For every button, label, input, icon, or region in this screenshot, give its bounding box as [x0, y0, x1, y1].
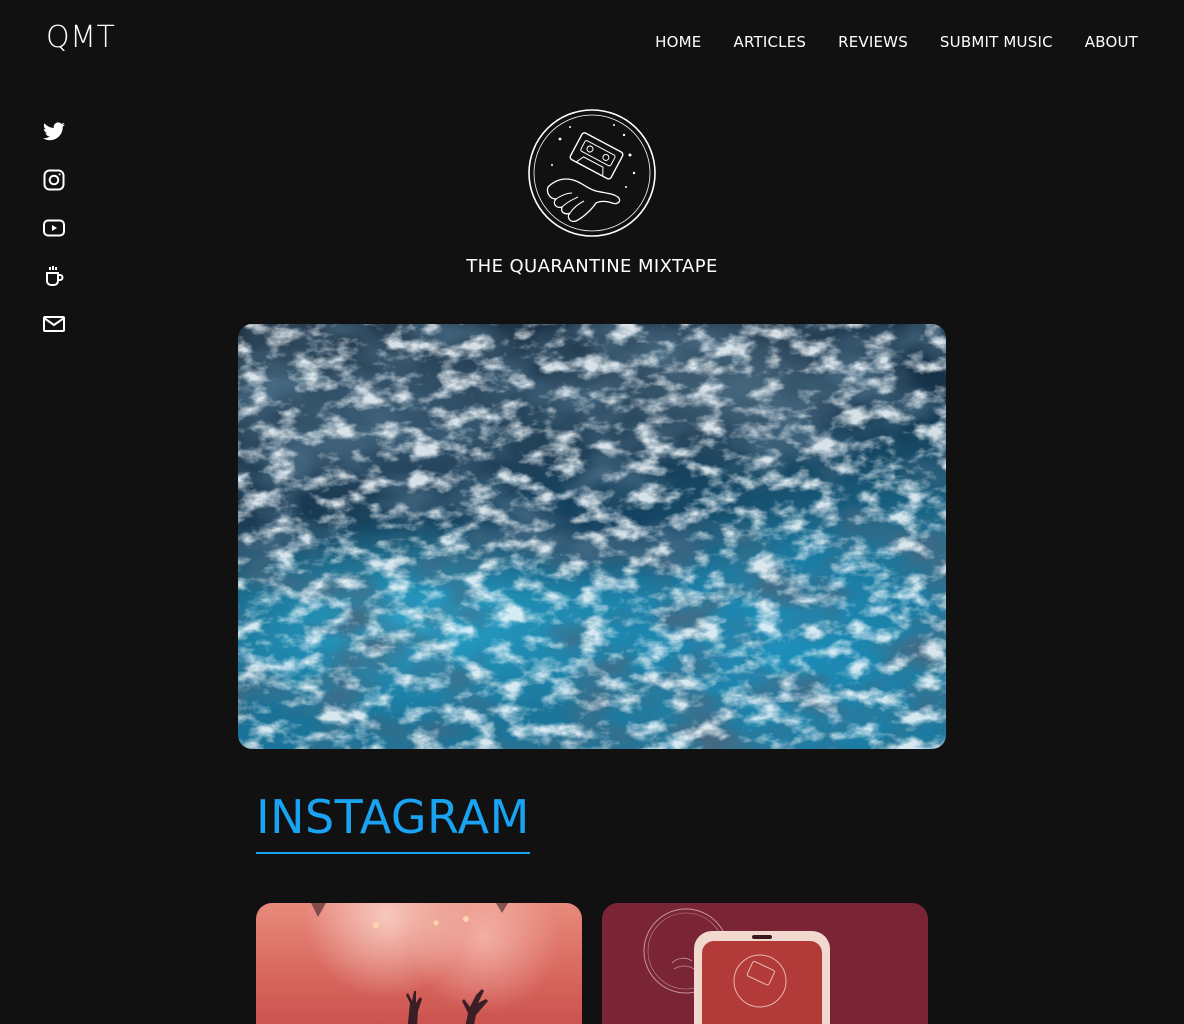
social-links	[40, 120, 68, 336]
page: QMT HOME ARTICLES REVIEWS SUBMIT MUSIC A…	[0, 0, 1184, 1024]
twitter-icon[interactable]	[40, 120, 68, 144]
main-nav: HOME ARTICLES REVIEWS SUBMIT MUSIC ABOUT	[655, 32, 1138, 52]
instagram-heading: INSTAGRAM	[256, 790, 530, 854]
instagram-post-app[interactable]	[602, 903, 928, 1024]
instagram-icon[interactable]	[40, 168, 68, 192]
brand-logo-text[interactable]: QMT	[46, 20, 115, 55]
nav-articles[interactable]: ARTICLES	[733, 32, 806, 52]
site-title: THE QUARANTINE MIXTAPE	[466, 256, 718, 277]
site-logo-emblem[interactable]	[526, 109, 658, 237]
nav-submit-music[interactable]: SUBMIT MUSIC	[940, 32, 1053, 52]
hero-ocean-image	[238, 324, 946, 749]
nav-home[interactable]: HOME	[655, 32, 701, 52]
mail-icon[interactable]	[40, 312, 68, 336]
nav-reviews[interactable]: REVIEWS	[838, 32, 908, 52]
youtube-icon[interactable]	[40, 216, 68, 240]
nav-about[interactable]: ABOUT	[1085, 32, 1138, 52]
instagram-post-concert[interactable]	[256, 903, 582, 1024]
